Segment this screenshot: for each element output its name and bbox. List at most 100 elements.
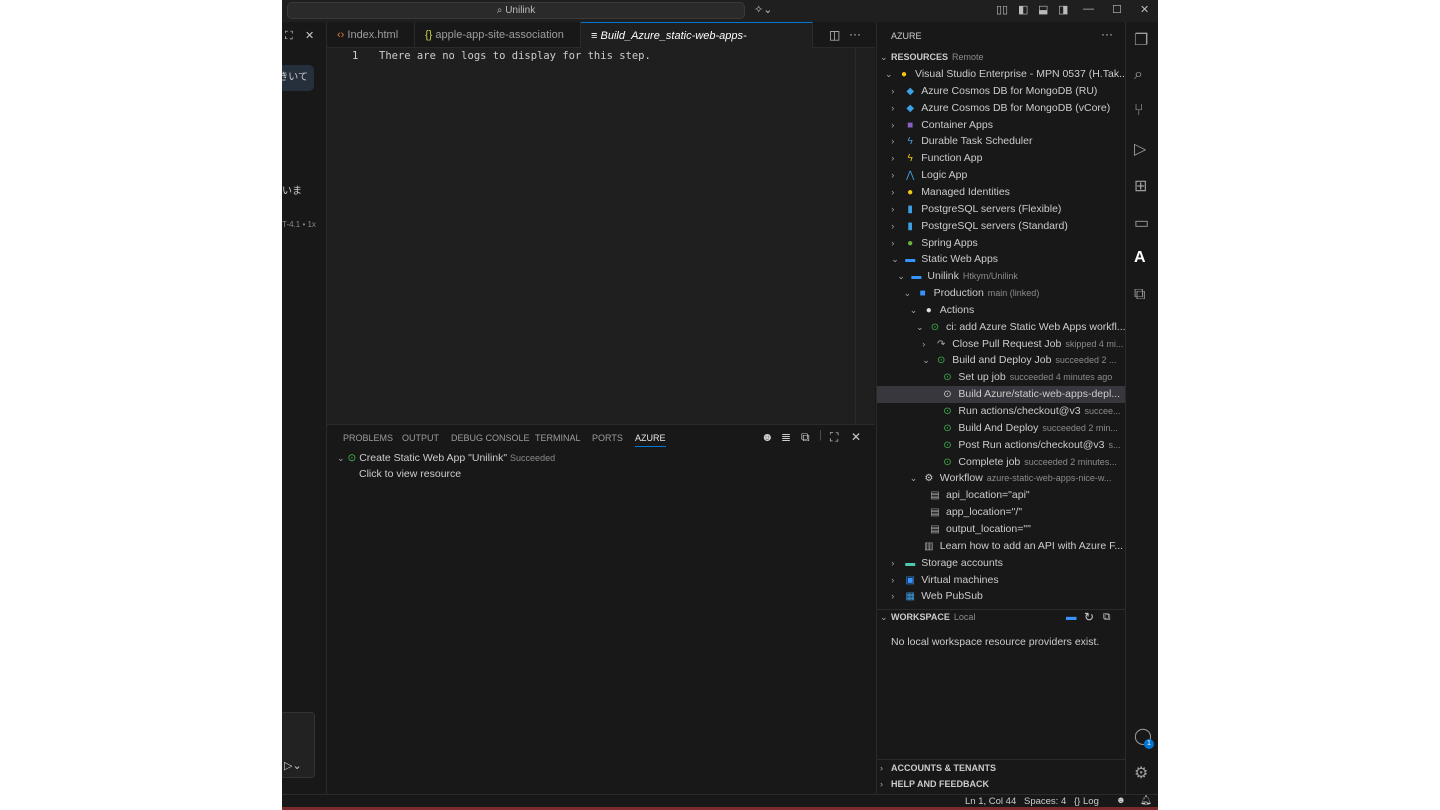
chevron-right-icon[interactable]: › (891, 235, 901, 252)
chevron-down-icon[interactable]: ⌄ (904, 285, 914, 302)
tree-item[interactable]: ⊙ Build Azure/static-web-apps-depl... (877, 386, 1126, 404)
tab-problems[interactable]: PROBLEMS (343, 433, 393, 443)
editor[interactable]: 1 There are no logs to display for this … (327, 48, 875, 424)
maximize-icon[interactable]: ⛶ (285, 30, 293, 43)
copilot-icon[interactable]: ☻ (761, 430, 774, 444)
tab-ports[interactable]: PORTS (592, 433, 623, 443)
collapse-all-icon[interactable]: ⧉ (801, 430, 810, 445)
tree-item[interactable]: ⌄ ● Actions (877, 302, 1126, 319)
copilot-icon[interactable]: ☻ (1116, 795, 1126, 806)
tree-item[interactable]: › ϟ Durable Task Scheduler (877, 133, 1126, 150)
tree-item[interactable]: ▤ app_location="/" (877, 504, 1126, 521)
tree-item[interactable]: › ▮ PostgreSQL servers (Standard) (877, 218, 1126, 235)
close-icon[interactable]: ✕ (305, 29, 314, 42)
tree-item[interactable]: › ϟ Function App (877, 150, 1126, 167)
maximize-panel-icon[interactable]: ⛶ (830, 430, 838, 445)
tree-item[interactable]: › ⋀ Logic App (877, 167, 1126, 184)
tree-item[interactable]: ▤ output_location="" (877, 521, 1126, 538)
tree-item[interactable]: ⊙ Build And Deploy succeeded 2 min... (877, 420, 1126, 437)
close-panel-icon[interactable]: ✕ (851, 430, 861, 444)
tab-azure[interactable]: AZURE (635, 433, 666, 447)
tab-build-log[interactable]: ≡ Build_Azure_static-web-apps-deploy_v1.… (581, 22, 813, 68)
static-web-icon[interactable]: ▬ (1066, 609, 1077, 626)
chevron-right-icon[interactable]: › (891, 133, 901, 150)
tree-item[interactable]: › ▣ Virtual machines (877, 572, 1126, 589)
tree-item[interactable]: ⌄ ● Visual Studio Enterprise - MPN 0537 (H… (877, 66, 1128, 83)
view-resource-link[interactable]: Click to view resource (359, 468, 461, 480)
close-window-button[interactable]: ✕ (1140, 3, 1149, 16)
command-center-search[interactable]: ⌕ Unilink (287, 2, 745, 19)
workspace-section-header[interactable]: ⌄ WORKSPACE Local ▬ ↻ ⧉ (877, 609, 1126, 626)
chevron-right-icon[interactable]: › (891, 218, 901, 235)
tree-item[interactable]: › ▮ PostgreSQL servers (Flexible) (877, 201, 1126, 218)
activity-item[interactable]: ⌄ ⊙ Create Static Web App "Unilink" Succ… (337, 452, 555, 464)
remote-explorer-icon[interactable]: ▭ (1134, 213, 1149, 233)
minimize-button[interactable]: — (1083, 3, 1094, 15)
gear-icon[interactable]: ⚙ (1134, 763, 1148, 783)
notifications-icon[interactable]: 🔔︎ (1140, 795, 1152, 806)
toggle-panel-icon[interactable]: ⬓ (1038, 3, 1048, 16)
azure-icon[interactable]: A (1134, 249, 1146, 267)
search-icon[interactable]: ⌕ (1134, 66, 1143, 84)
more-actions-icon[interactable]: ··· (1101, 27, 1113, 41)
tab-terminal[interactable]: TERMINAL (535, 433, 581, 443)
layout-customize-icon[interactable]: ▯▯ (996, 3, 1008, 16)
help-section-header[interactable]: › HELP AND FEEDBACK (877, 776, 1126, 793)
tree-item[interactable]: ⌄ ▬ Static Web Apps (877, 251, 1126, 268)
chevron-right-icon[interactable]: › (891, 117, 901, 134)
tree-item[interactable]: ▤ api_location="api" (877, 487, 1126, 504)
tree-item[interactable]: ⌄ ⊙ Build and Deploy Job succeeded 2 ... (877, 352, 1126, 369)
explorer-icon[interactable]: ❐ (1134, 30, 1148, 50)
chevron-right-icon[interactable]: › (891, 83, 901, 100)
tree-item[interactable]: › ● Spring Apps (877, 235, 1126, 252)
chevron-right-icon[interactable]: › (891, 184, 901, 201)
chevron-down-icon[interactable]: ⌄ (885, 66, 895, 83)
chevron-right-icon[interactable]: › (891, 572, 901, 589)
chevron-down-icon[interactable]: ⌄ (891, 251, 901, 268)
tree-item[interactable]: › ▬ Storage accounts (877, 555, 1126, 572)
extensions-icon[interactable]: ⊞ (1134, 176, 1147, 196)
chevron-right-icon[interactable]: › (891, 555, 901, 572)
resources-section-header[interactable]: ⌄ RESOURCES Remote (877, 49, 1126, 66)
refresh-icon[interactable]: ↻ (1084, 609, 1094, 626)
clear-icon[interactable]: ≣ (781, 430, 791, 444)
tree-item[interactable]: ⊙ Run actions/checkout@v3 succee... (877, 403, 1126, 420)
collapse-all-icon[interactable]: ⧉ (1103, 609, 1111, 626)
chevron-down-icon[interactable]: ⌄ (897, 268, 907, 285)
chevron-right-icon[interactable]: › (891, 588, 901, 605)
copilot-icon[interactable]: ✧⌄ (754, 3, 772, 16)
language-mode[interactable]: {} Log (1074, 796, 1099, 807)
chevron-down-icon[interactable]: ⌄ (910, 470, 920, 487)
tab-debug-console[interactable]: DEBUG CONSOLE (451, 433, 530, 443)
connections-icon[interactable]: ⧉ (1134, 286, 1145, 304)
tab-apple-app-site-association[interactable]: {} apple-app-site-association (415, 22, 581, 48)
run-debug-icon[interactable]: ▷ (1134, 139, 1146, 159)
editor-scrollbar[interactable] (855, 48, 875, 424)
accounts-section-header[interactable]: › ACCOUNTS & TENANTS (877, 760, 1126, 777)
source-control-icon[interactable]: ⑂ (1134, 102, 1144, 120)
maximize-button[interactable]: ☐ (1112, 3, 1122, 16)
cursor-position[interactable]: Ln 1, Col 44 (965, 796, 1016, 807)
tree-item[interactable]: › ↷ Close Pull Request Job skipped 4 mi... (877, 336, 1126, 353)
chevron-right-icon[interactable]: › (891, 150, 901, 167)
chevron-right-icon[interactable]: › (891, 167, 901, 184)
more-actions-icon[interactable]: ··· (849, 27, 861, 41)
tree-item[interactable]: › ◆ Azure Cosmos DB for MongoDB (RU) (877, 83, 1126, 100)
chat-input[interactable]: ▷⌄ (282, 712, 315, 778)
tab-output[interactable]: OUTPUT (402, 433, 439, 443)
chevron-down-icon[interactable]: ⌄ (910, 302, 920, 319)
chevron-right-icon[interactable]: › (891, 100, 901, 117)
chevron-right-icon[interactable]: › (891, 201, 901, 218)
tree-item[interactable]: ⌄ ■ Production main (linked) (877, 285, 1126, 302)
toggle-sidebar-icon[interactable]: ◧ (1018, 3, 1028, 16)
tree-item[interactable]: ▥ Learn how to add an API with Azure F... (877, 538, 1126, 555)
tree-item[interactable]: › ◆ Azure Cosmos DB for MongoDB (vCore) (877, 100, 1126, 117)
tab-index-html[interactable]: ‹› Index.html (327, 22, 415, 48)
tree-item[interactable]: ⌄ ⊙ ci: add Azure Static Web Apps workfl..… (877, 319, 1126, 336)
tree-item[interactable]: › ■ Container Apps (877, 117, 1126, 134)
chevron-down-icon[interactable]: ⌄ (922, 352, 932, 369)
send-icon[interactable]: ▷⌄ (284, 759, 302, 772)
toggle-secondary-sidebar-icon[interactable]: ◨ (1058, 3, 1068, 16)
indentation[interactable]: Spaces: 4 (1024, 796, 1066, 807)
tree-item[interactable]: ⊙ Set up job succeeded 4 minutes ago (877, 369, 1126, 386)
